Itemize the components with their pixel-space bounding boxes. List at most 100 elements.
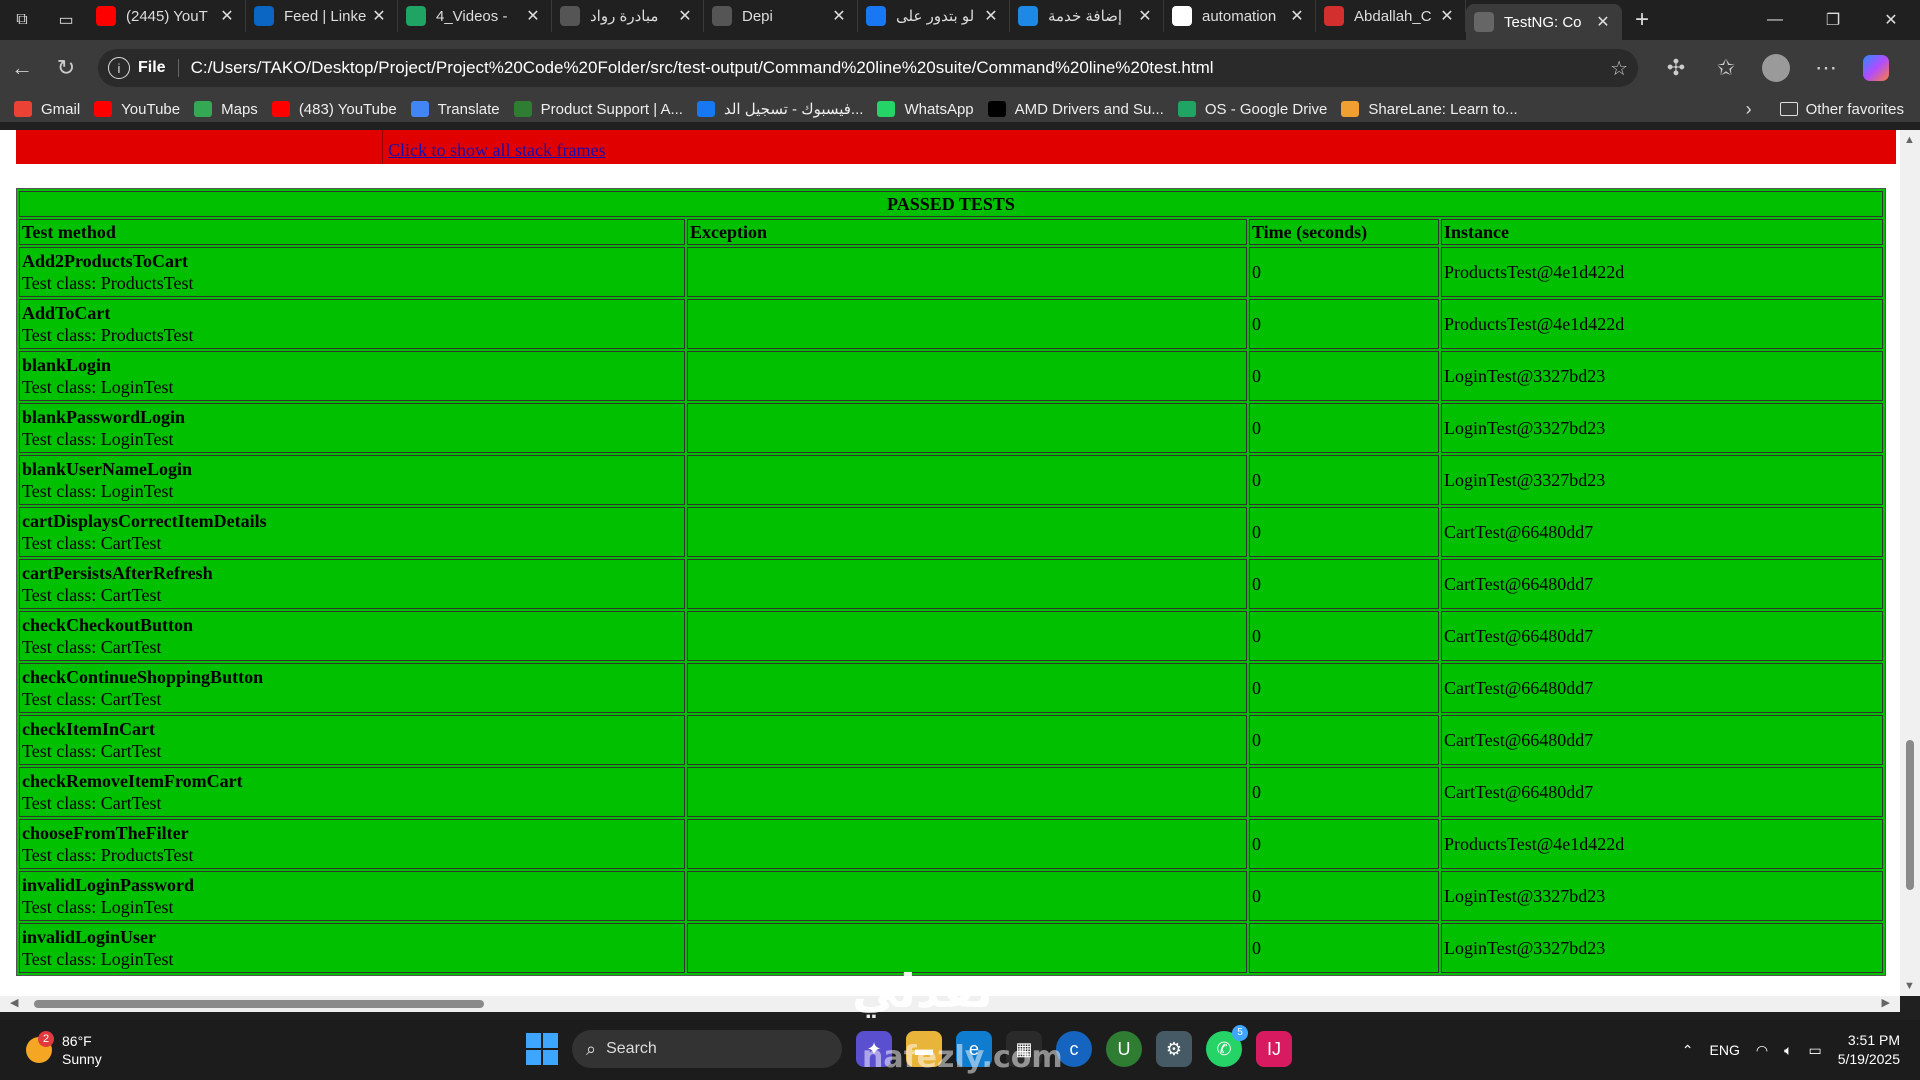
- copilot-icon: [1863, 55, 1889, 81]
- close-tab-icon[interactable]: ✕: [523, 6, 543, 26]
- table-row: checkItemInCart Test class: CartTest 0 Cart…: [19, 715, 1883, 765]
- volume-icon[interactable]: 🔈︎: [1784, 1042, 1792, 1059]
- tab-2[interactable]: 4_Videos - ✕: [398, 0, 552, 32]
- vertical-tabs-icon[interactable]: ▭: [44, 0, 88, 40]
- bookmark-1[interactable]: YouTube: [94, 100, 180, 118]
- tab-5[interactable]: لو بتدور على ✕: [858, 0, 1010, 32]
- minimize-button[interactable]: —: [1746, 0, 1804, 40]
- instance-cell: CartTest@66480dd7: [1441, 715, 1883, 765]
- back-button[interactable]: ←: [0, 46, 44, 90]
- bookmark-6[interactable]: فيسبوك - تسجيل الد...: [696, 100, 863, 118]
- close-tab-icon[interactable]: ✕: [217, 6, 237, 26]
- settings-menu-icon[interactable]: ⋯: [1804, 46, 1848, 90]
- test-class-label: Test class: LoginTest: [22, 377, 174, 397]
- refresh-button[interactable]: ↻: [44, 46, 88, 90]
- other-favorites-button[interactable]: Other favorites: [1779, 101, 1904, 118]
- test-method-name: chooseFromTheFilter: [22, 823, 189, 843]
- close-tab-icon[interactable]: ✕: [1437, 6, 1457, 26]
- start-button-windows-icon[interactable]: [526, 1033, 558, 1065]
- bookmark-8[interactable]: AMD Drivers and Su...: [987, 100, 1164, 118]
- bookmark-10[interactable]: ShareLane: Learn to...: [1341, 100, 1518, 118]
- bookmark-7[interactable]: WhatsApp: [877, 100, 974, 118]
- close-tab-icon[interactable]: ✕: [829, 6, 849, 26]
- bookmark-5[interactable]: Product Support | A...: [513, 100, 683, 118]
- tab-4[interactable]: Depi ✕: [704, 0, 858, 32]
- vertical-scrollbar[interactable]: ▲ ▼: [1900, 130, 1920, 996]
- close-tab-icon[interactable]: ✕: [369, 6, 389, 26]
- close-tab-icon[interactable]: ✕: [1287, 6, 1307, 26]
- bookmark-label: OS - Google Drive: [1204, 100, 1328, 118]
- table-row: cartDisplaysCorrectItemDetails Test class…: [19, 507, 1883, 557]
- toolbar-actions: ✣ ✩ ⋯: [1654, 46, 1898, 90]
- whatsapp-taskbar-icon[interactable]: ✆ 5: [1206, 1025, 1248, 1067]
- bookmarks-overflow-chevron-icon[interactable]: ›: [1746, 99, 1752, 120]
- test-class-label: Test class: CartTest: [22, 533, 162, 553]
- workspaces-icon[interactable]: ⧉: [0, 0, 44, 40]
- wifi-icon[interactable]: ◠: [1756, 1042, 1768, 1059]
- address-bar[interactable]: i File C:/Users/TAKO/Desktop/Project/Pro…: [98, 49, 1638, 87]
- time-cell: 0: [1249, 871, 1439, 921]
- bookmark-label: (483) YouTube: [298, 100, 397, 118]
- vertical-scroll-thumb[interactable]: [1906, 740, 1914, 890]
- bookmarks-list: Gmail YouTube Maps (483) YouTube Translate Pr…: [0, 100, 1518, 118]
- u-app-icon[interactable]: U: [1106, 1031, 1142, 1067]
- profile-button[interactable]: [1754, 46, 1798, 90]
- test-class-label: Test class: ProductsTest: [22, 845, 194, 865]
- settings-gear-icon[interactable]: ⚙: [1156, 1031, 1192, 1067]
- close-window-button[interactable]: ✕: [1862, 0, 1920, 40]
- language-indicator[interactable]: ENG: [1710, 1042, 1740, 1058]
- close-tab-icon[interactable]: ✕: [675, 6, 695, 26]
- test-class-label: Test class: LoginTest: [22, 897, 174, 917]
- bookmark-9[interactable]: OS - Google Drive: [1177, 100, 1328, 118]
- new-tab-button[interactable]: +: [1622, 6, 1662, 34]
- scroll-left-arrow-icon[interactable]: ◀: [10, 996, 18, 1009]
- tab-1[interactable]: Feed | Linke ✕: [246, 0, 398, 32]
- bookmark-4[interactable]: Translate: [410, 100, 500, 118]
- table-row: checkContinueShoppingButton Test class: C…: [19, 663, 1883, 713]
- bookmark-0[interactable]: Gmail: [14, 100, 80, 118]
- test-class-label: Test class: LoginTest: [22, 429, 174, 449]
- table-row: blankLogin Test class: LoginTest 0 LoginTes…: [19, 351, 1883, 401]
- site-icon: [712, 6, 732, 26]
- favorite-star-icon[interactable]: ☆: [1610, 56, 1628, 81]
- bookmark-label: Translate: [437, 100, 500, 118]
- scroll-right-arrow-icon[interactable]: ▶: [1882, 996, 1890, 1009]
- scroll-up-arrow-icon[interactable]: ▲: [1904, 134, 1915, 146]
- scroll-down-arrow-icon[interactable]: ▼: [1904, 980, 1915, 992]
- tab-title: Feed | Linke: [284, 7, 367, 25]
- tray-overflow-chevron-icon[interactable]: ⌃: [1682, 1042, 1694, 1059]
- weather-badge: 2: [38, 1031, 54, 1047]
- linkedin-icon: [254, 6, 274, 26]
- bookmark-label: ShareLane: Learn to...: [1368, 100, 1518, 118]
- tab-7[interactable]: automation ✕: [1164, 0, 1316, 32]
- test-method-cell: chooseFromTheFilter Test class: ProductsT…: [19, 819, 685, 869]
- test-class-label: Test class: CartTest: [22, 585, 162, 605]
- battery-icon[interactable]: ▭: [1808, 1042, 1821, 1059]
- clock[interactable]: 3:51 PM 5/19/2025: [1838, 1031, 1900, 1069]
- close-tab-icon[interactable]: ✕: [1135, 6, 1155, 26]
- intellij-icon[interactable]: IJ: [1256, 1031, 1292, 1067]
- tab-3[interactable]: مبادرة رواد ✕: [552, 0, 704, 32]
- info-icon[interactable]: i: [108, 57, 130, 79]
- tab-0[interactable]: (2445) YouT ✕: [88, 0, 246, 32]
- tab-6[interactable]: إضافة خدمة ✕: [1010, 0, 1164, 32]
- bookmark-3[interactable]: (483) YouTube: [271, 100, 397, 118]
- tab-9[interactable]: TestNG: Co ✕: [1466, 4, 1622, 40]
- extensions-icon[interactable]: ✣: [1654, 46, 1698, 90]
- favorites-icon[interactable]: ✩: [1704, 46, 1748, 90]
- address-url[interactable]: C:/Users/TAKO/Desktop/Project/Project%20…: [191, 58, 1611, 78]
- close-tab-icon[interactable]: ✕: [981, 6, 1001, 26]
- weather-widget[interactable]: 2 86°F Sunny: [26, 1031, 102, 1068]
- bookmark-2[interactable]: Maps: [194, 100, 258, 118]
- time-cell: 0: [1249, 403, 1439, 453]
- show-stack-frames-link[interactable]: Click to show all stack frames: [388, 140, 605, 161]
- tab-8[interactable]: Abdallah_C ✕: [1316, 0, 1466, 32]
- test-method-name: blankLogin: [22, 355, 112, 375]
- horizontal-scroll-thumb[interactable]: [34, 1000, 484, 1008]
- test-method-cell: invalidLoginPassword Test class: LoginTes…: [19, 871, 685, 921]
- close-tab-icon[interactable]: ✕: [1593, 12, 1613, 32]
- copilot-button[interactable]: [1854, 46, 1898, 90]
- restore-button[interactable]: ❐: [1804, 0, 1862, 40]
- test-method-name: cartPersistsAfterRefresh: [22, 563, 213, 583]
- taskbar-search[interactable]: ⌕ Search: [572, 1030, 842, 1068]
